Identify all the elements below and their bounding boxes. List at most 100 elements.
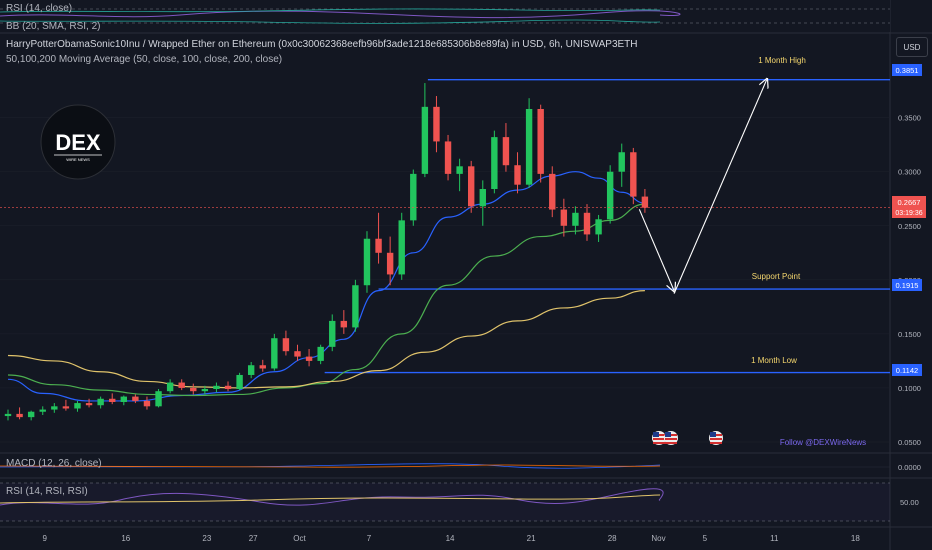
candle-body	[479, 189, 486, 207]
logo-subtext: WIRE NEWS	[66, 157, 90, 162]
month-high-label: 1 Month High	[758, 56, 806, 65]
candle-body	[155, 391, 162, 407]
candle-body	[51, 406, 58, 410]
candle-body	[213, 385, 220, 390]
candle-body	[178, 382, 185, 388]
candle-body	[525, 109, 533, 185]
x-tick-label: 14	[446, 534, 455, 543]
candle-body	[97, 398, 104, 406]
price-tag-current: 0.2667 03:19:36	[892, 196, 926, 218]
y-tick-label: 0.1500	[898, 330, 921, 339]
flag-icon	[709, 431, 723, 445]
candle-body	[502, 137, 510, 166]
y-tick-label: 0.0500	[898, 438, 921, 447]
candle-body	[132, 396, 139, 401]
chart-title: HarryPotterObamaSonic10Inu / Wrapped Eth…	[6, 39, 638, 50]
dex-logo: DEX WIRE NEWS	[40, 104, 116, 180]
candle-body	[190, 387, 197, 392]
support-label: Support Point	[752, 272, 801, 281]
svg-text:0.1142: 0.1142	[896, 366, 918, 375]
candle-body	[572, 212, 579, 226]
logo-text: DEX	[55, 130, 101, 155]
candle-body	[16, 413, 23, 418]
candle-body	[4, 413, 12, 417]
currency-button[interactable]: USD	[896, 37, 928, 57]
candle-body	[294, 351, 301, 357]
flag-icon	[664, 431, 678, 445]
candle-body	[352, 285, 359, 328]
top-pane-title: RSI (14, close)	[6, 3, 73, 14]
candle-body	[618, 152, 625, 172]
candle-body	[386, 252, 394, 275]
candle-body	[62, 406, 70, 409]
candle-body	[583, 212, 591, 235]
price-tag-support: 0.1915	[892, 279, 922, 291]
candle-body	[224, 385, 232, 390]
x-tick-label: Oct	[293, 534, 306, 543]
candle-body	[514, 165, 521, 185]
candle-body	[201, 389, 209, 392]
candle-body	[444, 141, 452, 174]
x-tick-label: 16	[121, 534, 130, 543]
candle-body	[120, 396, 127, 402]
x-tick-label: 23	[202, 534, 211, 543]
candle-body	[282, 338, 290, 352]
price-tag-high: 0.3851	[892, 64, 922, 76]
candle-body	[166, 382, 174, 392]
y-tick-label: 0.2500	[898, 222, 921, 231]
price-tag-low: 0.1142	[892, 364, 922, 376]
candle-body	[595, 219, 602, 235]
x-tick-label: 11	[770, 534, 779, 543]
candle-body	[109, 398, 116, 402]
candle-body	[363, 238, 371, 286]
svg-text:0.3851: 0.3851	[896, 66, 919, 75]
candle-body	[630, 152, 637, 197]
macd-axis-label: 0.0000	[898, 463, 921, 472]
svg-text:0.1915: 0.1915	[896, 281, 919, 290]
month-low-label: 1 Month Low	[751, 356, 797, 365]
candle-body	[410, 173, 417, 221]
macd-title: MACD (12, 26, close)	[6, 458, 102, 469]
svg-text:0.2667: 0.2667	[898, 198, 921, 207]
x-tick-label: 5	[703, 534, 708, 543]
rsi-pane	[0, 482, 890, 522]
x-tick-label: 21	[527, 534, 536, 543]
rsi-bb-pane	[0, 0, 890, 32]
candle-body	[27, 411, 35, 418]
candle-body	[74, 403, 81, 409]
candle-body	[236, 374, 243, 390]
x-tick-label: 28	[608, 534, 617, 543]
candle-body	[340, 320, 348, 328]
candle-body	[85, 403, 93, 406]
candle-body	[549, 173, 556, 210]
y-tick-label: 0.1000	[898, 384, 921, 393]
y-tick-label: 0.3000	[898, 168, 921, 177]
candle-body	[259, 365, 266, 369]
candle-body	[537, 109, 544, 174]
x-tick-label: 9	[43, 534, 48, 543]
candle-body	[247, 365, 255, 375]
top-pane-subtitle: BB (20, SMA, RSI, 2)	[6, 21, 101, 32]
candle-body	[433, 106, 440, 142]
rsi-title: RSI (14, RSI, RSI)	[6, 486, 88, 497]
x-tick-label: 27	[249, 534, 258, 543]
x-tick-label: Nov	[651, 534, 665, 543]
candle-body	[305, 356, 313, 361]
candle-body	[560, 209, 568, 226]
y-tick-label: 0.3500	[898, 114, 921, 123]
price-chart[interactable]: 0.35000.30000.25000.20000.15000.10000.05…	[0, 0, 932, 550]
x-tick-label: 7	[367, 534, 372, 543]
rsi-axis-label: 50.00	[900, 498, 919, 507]
candle-body	[456, 166, 463, 174]
candle-body	[468, 166, 475, 207]
candle-body	[317, 346, 324, 361]
candle-body	[39, 409, 46, 412]
flag-icon	[652, 431, 666, 445]
candle-body	[271, 338, 278, 369]
svg-text:03:19:36: 03:19:36	[895, 210, 922, 217]
watermark-text: Follow @DEXWireNews	[780, 438, 866, 447]
candle-body	[143, 400, 151, 407]
candle-body	[375, 238, 382, 253]
candle-body	[641, 196, 649, 208]
x-tick-label: 18	[851, 534, 860, 543]
